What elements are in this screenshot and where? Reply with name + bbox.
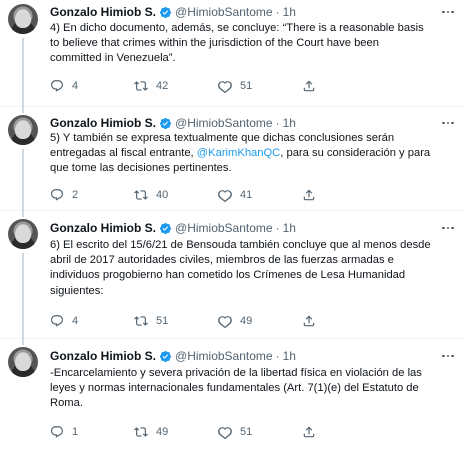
timestamp[interactable]: 1h bbox=[283, 116, 296, 130]
separator-dot: · bbox=[275, 116, 280, 130]
heart-icon bbox=[218, 427, 232, 439]
tweet-actions: 1 49 51 bbox=[50, 424, 390, 440]
tweet-actions: 2 40 41 bbox=[50, 187, 390, 203]
share-icon bbox=[303, 189, 315, 201]
avatar[interactable] bbox=[8, 219, 38, 249]
share-button[interactable] bbox=[302, 78, 324, 94]
tweet-header: Gonzalo Himiob S. @HimiobSantome · 1h bbox=[50, 347, 296, 365]
tweet-actions: 4 51 49 bbox=[50, 313, 390, 329]
author-handle[interactable]: @HimiobSantome bbox=[175, 116, 273, 130]
tweet[interactable]: Gonzalo Himiob S. @HimiobSantome · 1h 4)… bbox=[0, 0, 466, 107]
mention-link[interactable]: @KarimKhanQC bbox=[197, 147, 280, 159]
like-count: 49 bbox=[240, 315, 253, 327]
tweet-header: Gonzalo Himiob S. @HimiobSantome · 1h bbox=[50, 3, 296, 21]
heart-icon bbox=[218, 316, 232, 328]
reply-icon bbox=[51, 189, 63, 201]
like-count: 51 bbox=[240, 80, 253, 92]
tweet-header: Gonzalo Himiob S. @HimiobSantome · 1h bbox=[50, 114, 296, 132]
reply-icon bbox=[51, 80, 63, 92]
like-button[interactable]: 49 bbox=[218, 313, 252, 329]
timestamp[interactable]: 1h bbox=[283, 349, 296, 363]
tweet-thread: Gonzalo Himiob S. @HimiobSantome · 1h 4)… bbox=[0, 0, 466, 455]
reply-button[interactable]: 4 bbox=[50, 78, 78, 94]
tweet[interactable]: Gonzalo Himiob S. @HimiobSantome · 1h 6)… bbox=[0, 211, 466, 339]
retweet-count: 49 bbox=[156, 426, 169, 438]
retweet-icon bbox=[134, 190, 148, 200]
avatar[interactable] bbox=[8, 4, 38, 34]
more-options-icon[interactable] bbox=[440, 115, 456, 131]
verified-badge-icon bbox=[159, 6, 172, 18]
timestamp[interactable]: 1h bbox=[283, 5, 296, 19]
retweet-icon bbox=[134, 427, 148, 437]
reply-icon bbox=[51, 426, 63, 438]
tweet-text: -Encarcelamiento y severa privación de l… bbox=[50, 367, 422, 410]
retweet-count: 51 bbox=[156, 315, 169, 327]
reply-icon bbox=[51, 315, 63, 327]
retweet-count: 42 bbox=[156, 80, 169, 92]
share-button[interactable] bbox=[302, 313, 324, 329]
author-name[interactable]: Gonzalo Himiob S. bbox=[50, 5, 156, 19]
reply-count: 2 bbox=[72, 189, 79, 201]
reply-button[interactable]: 1 bbox=[50, 424, 78, 440]
like-button[interactable]: 51 bbox=[218, 424, 252, 440]
avatar[interactable] bbox=[8, 347, 38, 377]
thread-line bbox=[22, 211, 24, 217]
separator-dot: · bbox=[275, 5, 280, 19]
reply-button[interactable]: 4 bbox=[50, 313, 78, 329]
retweet-button[interactable]: 42 bbox=[134, 78, 168, 94]
retweet-icon bbox=[134, 316, 148, 326]
tweet-text: 6) El escrito del 15/6/21 de Bensouda ta… bbox=[50, 239, 431, 297]
like-button[interactable]: 41 bbox=[218, 187, 252, 203]
reply-count: 1 bbox=[72, 426, 79, 438]
verified-badge-icon bbox=[159, 117, 172, 129]
reply-count: 4 bbox=[72, 80, 79, 92]
tweet[interactable]: Gonzalo Himiob S. @HimiobSantome · 1h 5)… bbox=[0, 107, 466, 211]
author-handle[interactable]: @HimiobSantome bbox=[175, 5, 273, 19]
separator-dot: · bbox=[275, 221, 280, 235]
more-options-icon[interactable] bbox=[440, 4, 456, 20]
thread-line bbox=[22, 253, 24, 339]
retweet-button[interactable]: 40 bbox=[134, 187, 168, 203]
retweet-icon bbox=[134, 81, 148, 91]
thread-line bbox=[22, 38, 24, 107]
author-handle[interactable]: @HimiobSantome bbox=[175, 221, 273, 235]
tweet-text: 4) En dicho documento, además, se conclu… bbox=[50, 22, 424, 65]
tweet-header: Gonzalo Himiob S. @HimiobSantome · 1h bbox=[50, 219, 296, 237]
avatar[interactable] bbox=[8, 115, 38, 145]
author-name[interactable]: Gonzalo Himiob S. bbox=[50, 349, 156, 363]
verified-badge-icon bbox=[159, 350, 172, 362]
reply-button[interactable]: 2 bbox=[50, 187, 78, 203]
verified-badge-icon bbox=[159, 222, 172, 234]
like-count: 51 bbox=[240, 426, 253, 438]
tweet-text: 5) Y también se expresa textualmente que… bbox=[50, 131, 458, 177]
thread-line bbox=[22, 149, 24, 211]
share-button[interactable] bbox=[302, 187, 324, 203]
share-button[interactable] bbox=[302, 424, 324, 440]
like-count: 41 bbox=[240, 189, 253, 201]
retweet-button[interactable]: 51 bbox=[134, 313, 168, 329]
tweet[interactable]: Gonzalo Himiob S. @HimiobSantome · 1h -E… bbox=[0, 339, 466, 455]
heart-icon bbox=[218, 190, 232, 202]
thread-line bbox=[22, 339, 24, 345]
share-icon bbox=[303, 426, 315, 438]
retweet-button[interactable]: 49 bbox=[134, 424, 168, 440]
share-icon bbox=[303, 80, 315, 92]
like-button[interactable]: 51 bbox=[218, 78, 252, 94]
share-icon bbox=[303, 315, 315, 327]
author-name[interactable]: Gonzalo Himiob S. bbox=[50, 221, 156, 235]
author-handle[interactable]: @HimiobSantome bbox=[175, 349, 273, 363]
reply-count: 4 bbox=[72, 315, 79, 327]
timestamp[interactable]: 1h bbox=[283, 221, 296, 235]
more-options-icon[interactable] bbox=[440, 220, 456, 236]
author-name[interactable]: Gonzalo Himiob S. bbox=[50, 116, 156, 130]
retweet-count: 40 bbox=[156, 189, 169, 201]
more-options-icon[interactable] bbox=[440, 348, 456, 364]
tweet-actions: 4 42 51 bbox=[50, 78, 390, 94]
separator-dot: · bbox=[275, 349, 280, 363]
thread-line bbox=[22, 107, 24, 113]
heart-icon bbox=[218, 81, 232, 93]
